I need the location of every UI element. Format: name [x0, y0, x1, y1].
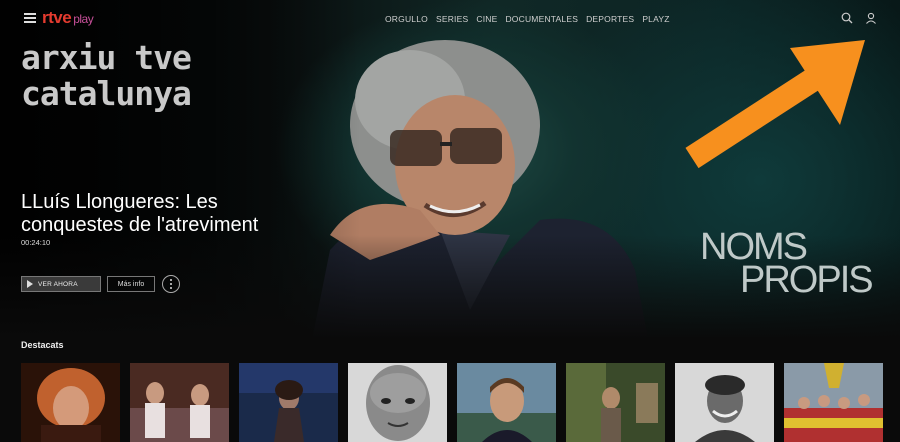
annotation-arrow-icon — [685, 40, 865, 169]
featured-thumb-1[interactable] — [21, 363, 120, 442]
more-options-button[interactable] — [162, 275, 180, 293]
featured-thumb-8[interactable] — [784, 363, 883, 442]
featured-rail — [21, 363, 900, 442]
featured-thumb-3[interactable] — [239, 363, 338, 442]
featured-thumb-2[interactable] — [130, 363, 229, 442]
more-info-button[interactable]: Más info — [107, 276, 155, 292]
watch-now-button[interactable]: VER AHORA — [21, 276, 101, 292]
program-duration: 00:24:10 — [21, 238, 51, 247]
menu-icon[interactable] — [24, 13, 36, 23]
program-logo-text: NOMS PROPIS — [700, 228, 880, 301]
nav-item-orgullo[interactable]: ORGULLO — [385, 14, 428, 24]
nav-item-series[interactable]: SERIES — [436, 14, 468, 24]
nav-item-playz[interactable]: PLAYZ — [642, 14, 669, 24]
main-nav: ORGULLO SERIES CINE DOCUMENTALES DEPORTE… — [385, 14, 670, 24]
user-icon[interactable] — [865, 12, 877, 24]
featured-thumb-6[interactable] — [566, 363, 665, 442]
channel-title: arxiu tve catalunya — [21, 38, 192, 113]
play-icon — [27, 280, 33, 288]
featured-thumb-5[interactable] — [457, 363, 556, 442]
watch-now-label: VER AHORA — [38, 280, 78, 288]
featured-thumb-7[interactable] — [675, 363, 774, 442]
program-logo-line2: PROPIS — [740, 259, 874, 301]
vertical-dots-icon — [170, 278, 172, 290]
search-icon[interactable] — [841, 12, 853, 24]
program-title: LLuís Llongueres: Les conquestes de l'at… — [21, 191, 259, 236]
rtve-play-logo[interactable]: rtve play — [42, 8, 94, 28]
featured-thumb-4[interactable] — [348, 363, 447, 442]
nav-item-cine[interactable]: CINE — [476, 14, 497, 24]
logo-sub-text: play — [73, 12, 94, 26]
nav-item-documentales[interactable]: DOCUMENTALES — [505, 14, 578, 24]
section-title-destacats: Destacats — [21, 340, 64, 350]
nav-item-deportes[interactable]: DEPORTES — [586, 14, 634, 24]
logo-main-text: rtve — [42, 8, 72, 27]
